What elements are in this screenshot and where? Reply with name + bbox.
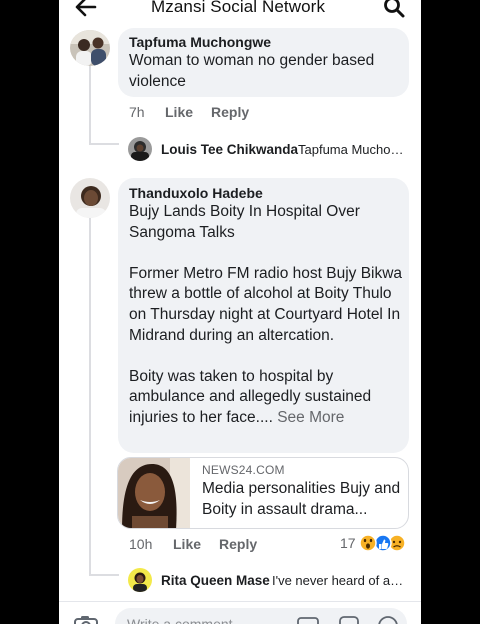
see-more-link[interactable]: See More	[277, 409, 344, 426]
back-arrow-icon[interactable]	[73, 0, 99, 20]
comment-paragraph: Bujy Lands Boity In Hospital Over Sangom…	[129, 203, 360, 241]
avatar	[128, 137, 152, 161]
comment-text: Bujy Lands Boity In Hospital Over Sangom…	[129, 202, 404, 429]
reply-preview[interactable]: Louis Tee Chikwanda Tapfuma Muchongwe...	[128, 137, 412, 163]
sticker-icon[interactable]	[337, 615, 361, 624]
reply-button[interactable]: Reply	[211, 104, 249, 120]
reply-author: Louis Tee Chikwanda	[161, 142, 299, 157]
like-button[interactable]: Like	[173, 536, 201, 552]
comment-text: Woman to woman no gender based violence	[129, 52, 375, 90]
reply-author: Rita Queen Mase	[161, 573, 270, 588]
thread-line	[89, 574, 119, 576]
link-thumbnail	[118, 458, 190, 528]
wow-reaction-icon	[359, 534, 377, 552]
thread-line	[89, 143, 119, 145]
page-title: Mzansi Social Network	[151, 0, 326, 16]
avatar	[128, 568, 152, 592]
like-reaction-icon	[374, 534, 392, 552]
avatar[interactable]	[70, 30, 110, 66]
comment-bubble: Thanduxolo Hadebe Bujy Lands Boity In Ho…	[118, 178, 409, 453]
top-bar: Mzansi Social Network	[59, 0, 421, 22]
comment-composer: Write a comment...	[59, 601, 421, 624]
comment-time[interactable]: 7h	[129, 104, 145, 120]
reply-button[interactable]: Reply	[219, 536, 257, 552]
link-title: Media personalities Bujy and Boity in as…	[202, 480, 401, 518]
reply-snippet: Tapfuma Muchongwe...	[298, 142, 406, 157]
comment-author[interactable]: Tapfuma Muchongwe	[129, 34, 271, 50]
link-preview-card[interactable]: NEWS24.COM Media personalities Bujy and …	[117, 457, 409, 529]
comment-author[interactable]: Thanduxolo Hadebe	[129, 185, 263, 201]
reaction-count[interactable]: 17	[340, 535, 356, 551]
link-domain: NEWS24.COM	[202, 463, 285, 477]
emoji-icon[interactable]	[377, 615, 399, 624]
comment-input[interactable]: Write a comment...	[115, 608, 407, 624]
reaction-icons[interactable]	[357, 532, 409, 554]
camera-icon[interactable]	[73, 614, 99, 624]
gif-icon[interactable]	[297, 617, 319, 624]
like-button[interactable]: Like	[165, 104, 193, 120]
comments-screen: Mzansi Social Network Tapfuma Muchongwe …	[59, 0, 421, 624]
comment-input-placeholder: Write a comment...	[127, 616, 245, 624]
thread-line	[89, 218, 91, 574]
avatar[interactable]	[70, 178, 110, 218]
reply-preview[interactable]: Rita Queen Mase I've never heard of any.…	[128, 568, 412, 594]
reply-snippet: I've never heard of any...	[272, 573, 406, 588]
comment-time[interactable]: 10h	[129, 536, 152, 552]
thread-line	[89, 64, 91, 144]
comment-paragraph: Boity was taken to hospital by ambulance…	[129, 367, 404, 429]
comment-bubble: Tapfuma Muchongwe Woman to woman no gend…	[118, 28, 409, 97]
search-icon[interactable]	[381, 0, 407, 20]
comment-paragraph: Former Metro FM radio host Bujy Bikwa th…	[129, 264, 403, 344]
